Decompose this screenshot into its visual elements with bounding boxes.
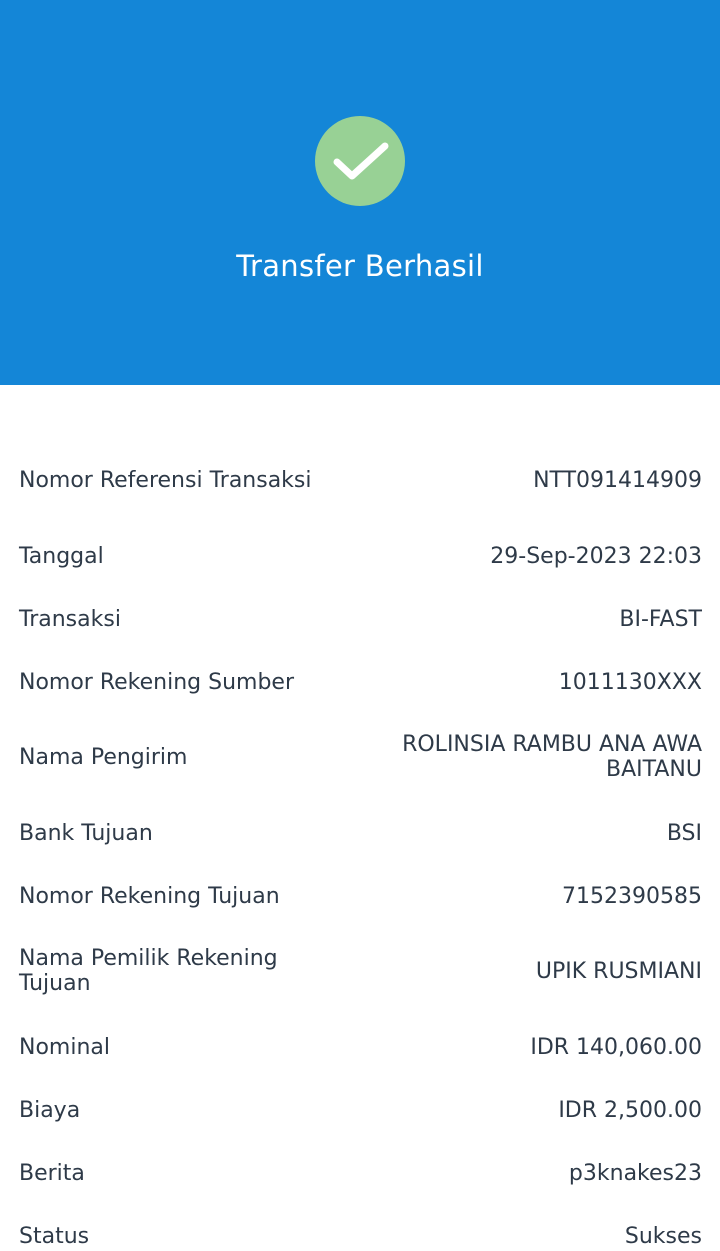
detail-label: Biaya bbox=[19, 1097, 81, 1123]
detail-row-destination-account: Nomor Rekening Tujuan 7152390585 bbox=[19, 883, 702, 909]
detail-label: Berita bbox=[19, 1160, 85, 1186]
detail-row-amount: Nominal IDR 140,060.00 bbox=[19, 1034, 702, 1060]
detail-label: Nomor Rekening Sumber bbox=[19, 669, 295, 695]
detail-row-reference-number: Nomor Referensi Transaksi NTT091414909 bbox=[19, 455, 702, 505]
detail-row-status: Status Sukses bbox=[19, 1223, 702, 1249]
detail-value: ROLINSIA RAMBU ANA AWA BAITANU bbox=[402, 732, 702, 782]
status-value: Sukses bbox=[624, 1223, 702, 1249]
detail-label: Nomor Referensi Transaksi bbox=[19, 467, 312, 493]
detail-row-destination-bank: Bank Tujuan BSI bbox=[19, 820, 702, 846]
detail-row-transaction: Transaksi BI-FAST bbox=[19, 606, 702, 632]
checkmark-circle-icon bbox=[315, 116, 405, 206]
detail-label: Nomor Rekening Tujuan bbox=[19, 883, 280, 909]
detail-value: p3knakes23 bbox=[568, 1160, 702, 1186]
detail-value: BSI bbox=[666, 820, 702, 846]
detail-label: Tanggal bbox=[19, 543, 104, 569]
detail-value: IDR 2,500.00 bbox=[558, 1097, 702, 1123]
detail-row-sender-name: Nama Pengirim ROLINSIA RAMBU ANA AWA BAI… bbox=[19, 732, 702, 782]
detail-row-fee: Biaya IDR 2,500.00 bbox=[19, 1097, 702, 1123]
detail-row-recipient-name: Nama Pemilik Rekening Tujuan UPIK RUSMIA… bbox=[19, 946, 702, 996]
detail-row-date: Tanggal 29-Sep-2023 22:03 bbox=[19, 543, 702, 569]
detail-label: Nama Pengirim bbox=[19, 744, 188, 770]
page-title: Transfer Berhasil bbox=[236, 249, 484, 283]
detail-label: Nominal bbox=[19, 1034, 110, 1060]
detail-label: Nama Pemilik Rekening Tujuan bbox=[19, 946, 278, 996]
detail-row-note: Berita p3knakes23 bbox=[19, 1160, 702, 1186]
detail-value: 29-Sep-2023 22:03 bbox=[490, 543, 702, 569]
detail-label: Transaksi bbox=[19, 606, 121, 632]
detail-value: NTT091414909 bbox=[533, 467, 702, 493]
detail-value: 1011130XXX bbox=[558, 669, 702, 695]
detail-value: UPIK RUSMIANI bbox=[535, 958, 702, 984]
detail-row-source-account: Nomor Rekening Sumber 1011130XXX bbox=[19, 669, 702, 695]
detail-value: 7152390585 bbox=[562, 883, 702, 909]
success-header: Transfer Berhasil bbox=[0, 0, 720, 385]
detail-label: Bank Tujuan bbox=[19, 820, 153, 846]
detail-value: BI-FAST bbox=[619, 606, 702, 632]
detail-value: IDR 140,060.00 bbox=[530, 1034, 702, 1060]
detail-label: Status bbox=[19, 1223, 90, 1249]
